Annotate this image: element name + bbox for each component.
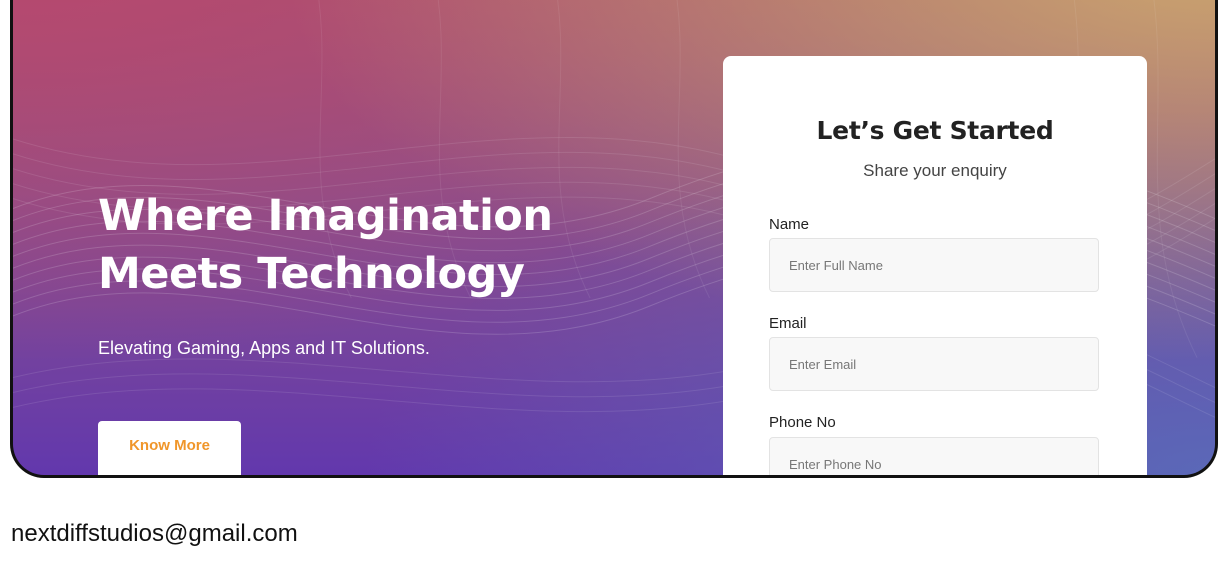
hero-subtitle: Elevating Gaming, Apps and IT Solutions. [98, 338, 430, 358]
phone-input[interactable] [769, 437, 1099, 475]
hero-title-line-1: Where Imagination [98, 191, 553, 241]
phone-label: Phone No [769, 414, 836, 431]
email-label: Email [769, 315, 807, 332]
hero-section: Where Imagination Meets Technology Eleva… [10, 0, 1218, 478]
hero-title: Where Imagination Meets Technology [98, 187, 553, 303]
know-more-button[interactable]: Know More [98, 421, 241, 475]
hero-title-line-2: Meets Technology [98, 249, 525, 299]
email-input[interactable] [769, 337, 1099, 391]
enquiry-form-card: Let’s Get Started Share your enquiry Nam… [723, 56, 1147, 475]
name-input[interactable] [769, 238, 1099, 292]
contact-email: nextdiffstudios@gmail.com [11, 520, 298, 547]
form-subtitle: Share your enquiry [863, 161, 1007, 180]
name-label: Name [769, 216, 810, 233]
form-title: Let’s Get Started [816, 116, 1054, 145]
